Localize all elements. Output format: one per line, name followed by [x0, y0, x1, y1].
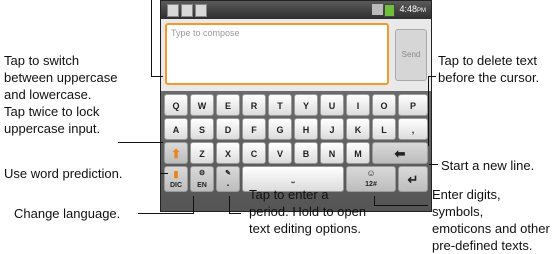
key-l[interactable]: L [372, 118, 396, 140]
key-f[interactable]: F [242, 118, 266, 140]
email-icon [167, 4, 179, 17]
key-v[interactable]: V [268, 142, 292, 164]
emoticon-icon: ☺ [366, 168, 376, 178]
shift-icon: ⬆ [170, 147, 182, 161]
sd-card-icon [195, 4, 207, 17]
key-w[interactable]: W [190, 94, 214, 116]
callout-line [229, 213, 241, 214]
callout-line [428, 76, 429, 146]
note-lock-uppercase: Tap twice to lock uppercase input. [4, 104, 101, 136]
callout-line [428, 76, 436, 77]
enter-icon: ↵ [407, 172, 419, 187]
globe-icon: ⚙ [198, 170, 206, 177]
period-label: . [226, 178, 230, 189]
note-digits-symbols: Enter digits, symbols, emoticons and oth… [432, 187, 550, 253]
key-n[interactable]: N [320, 142, 344, 164]
key-r[interactable]: R [242, 94, 266, 116]
key-b[interactable]: B [294, 142, 318, 164]
dictionary-icon: ▮ [173, 169, 179, 179]
dic-label: DIC [169, 182, 183, 189]
key-c[interactable]: C [242, 142, 266, 164]
phone-screen: 4:48PM Type to compose Send Q W E R T Y … [160, 0, 432, 212]
key-q[interactable]: Q [164, 94, 188, 116]
key-i[interactable]: I [346, 94, 370, 116]
compose-placeholder: Type to compose [171, 28, 240, 38]
language-label: EN [197, 182, 207, 189]
key-comma[interactable]: , [398, 118, 428, 140]
key-k[interactable]: K [346, 118, 370, 140]
key-u[interactable]: U [320, 94, 344, 116]
word-prediction-key[interactable]: ▮ DIC [164, 166, 188, 192]
key-m[interactable]: M [346, 142, 370, 164]
key-x[interactable]: X [216, 142, 240, 164]
note-switch-case: Tap to switch between uppercase and lowe… [4, 53, 118, 102]
callout-line [374, 196, 375, 205]
key-o[interactable]: O [372, 94, 396, 116]
callout-line [229, 196, 230, 214]
callout-line [151, 142, 152, 143]
key-d[interactable]: D [216, 118, 240, 140]
key-e[interactable]: E [216, 94, 240, 116]
note-delete-text: Tap to delete text before the cursor. [438, 53, 540, 85]
delete-key[interactable]: ⬅ [372, 142, 428, 164]
note-new-line: Start a new line. [441, 158, 535, 173]
language-key[interactable]: ⚙ EN [190, 166, 214, 192]
callout-line [118, 142, 163, 143]
callout-line [429, 164, 438, 165]
compose-field[interactable]: Type to compose [165, 23, 389, 85]
callout-line [138, 213, 193, 214]
key-p[interactable]: P [398, 94, 428, 116]
space-icon: ⎵ [291, 176, 295, 183]
key-y[interactable]: Y [294, 94, 318, 116]
key-g[interactable]: G [268, 118, 292, 140]
key-a[interactable]: A [164, 118, 188, 140]
key-j[interactable]: J [320, 118, 344, 140]
key-h[interactable]: H [294, 118, 318, 140]
status-time: 4:48PM [399, 4, 426, 14]
key-t[interactable]: T [268, 94, 292, 116]
notification-icon [181, 4, 193, 17]
send-button[interactable]: Send [395, 29, 427, 81]
backspace-icon: ⬅ [394, 146, 406, 161]
period-key[interactable]: ✎ . [216, 166, 240, 192]
callout-line [151, 76, 163, 77]
callout-line [151, 0, 152, 76]
key-s[interactable]: S [190, 118, 214, 140]
battery-icon [384, 4, 395, 17]
note-period-options: Tap to enter a period. Hold to open text… [249, 187, 367, 236]
note-change-language: Change language. [14, 206, 121, 221]
enter-key[interactable]: ↵ [398, 166, 428, 192]
callout-line [374, 205, 428, 206]
pencil-icon: ✎ [225, 170, 231, 177]
signal-icon [372, 4, 383, 15]
callout-line [193, 196, 194, 214]
shift-key[interactable]: ⬆ [164, 142, 188, 164]
note-word-prediction: Use word prediction. [4, 166, 123, 181]
status-bar: 4:48PM [161, 1, 431, 19]
key-z[interactable]: Z [190, 142, 214, 164]
callout-line [160, 173, 168, 174]
